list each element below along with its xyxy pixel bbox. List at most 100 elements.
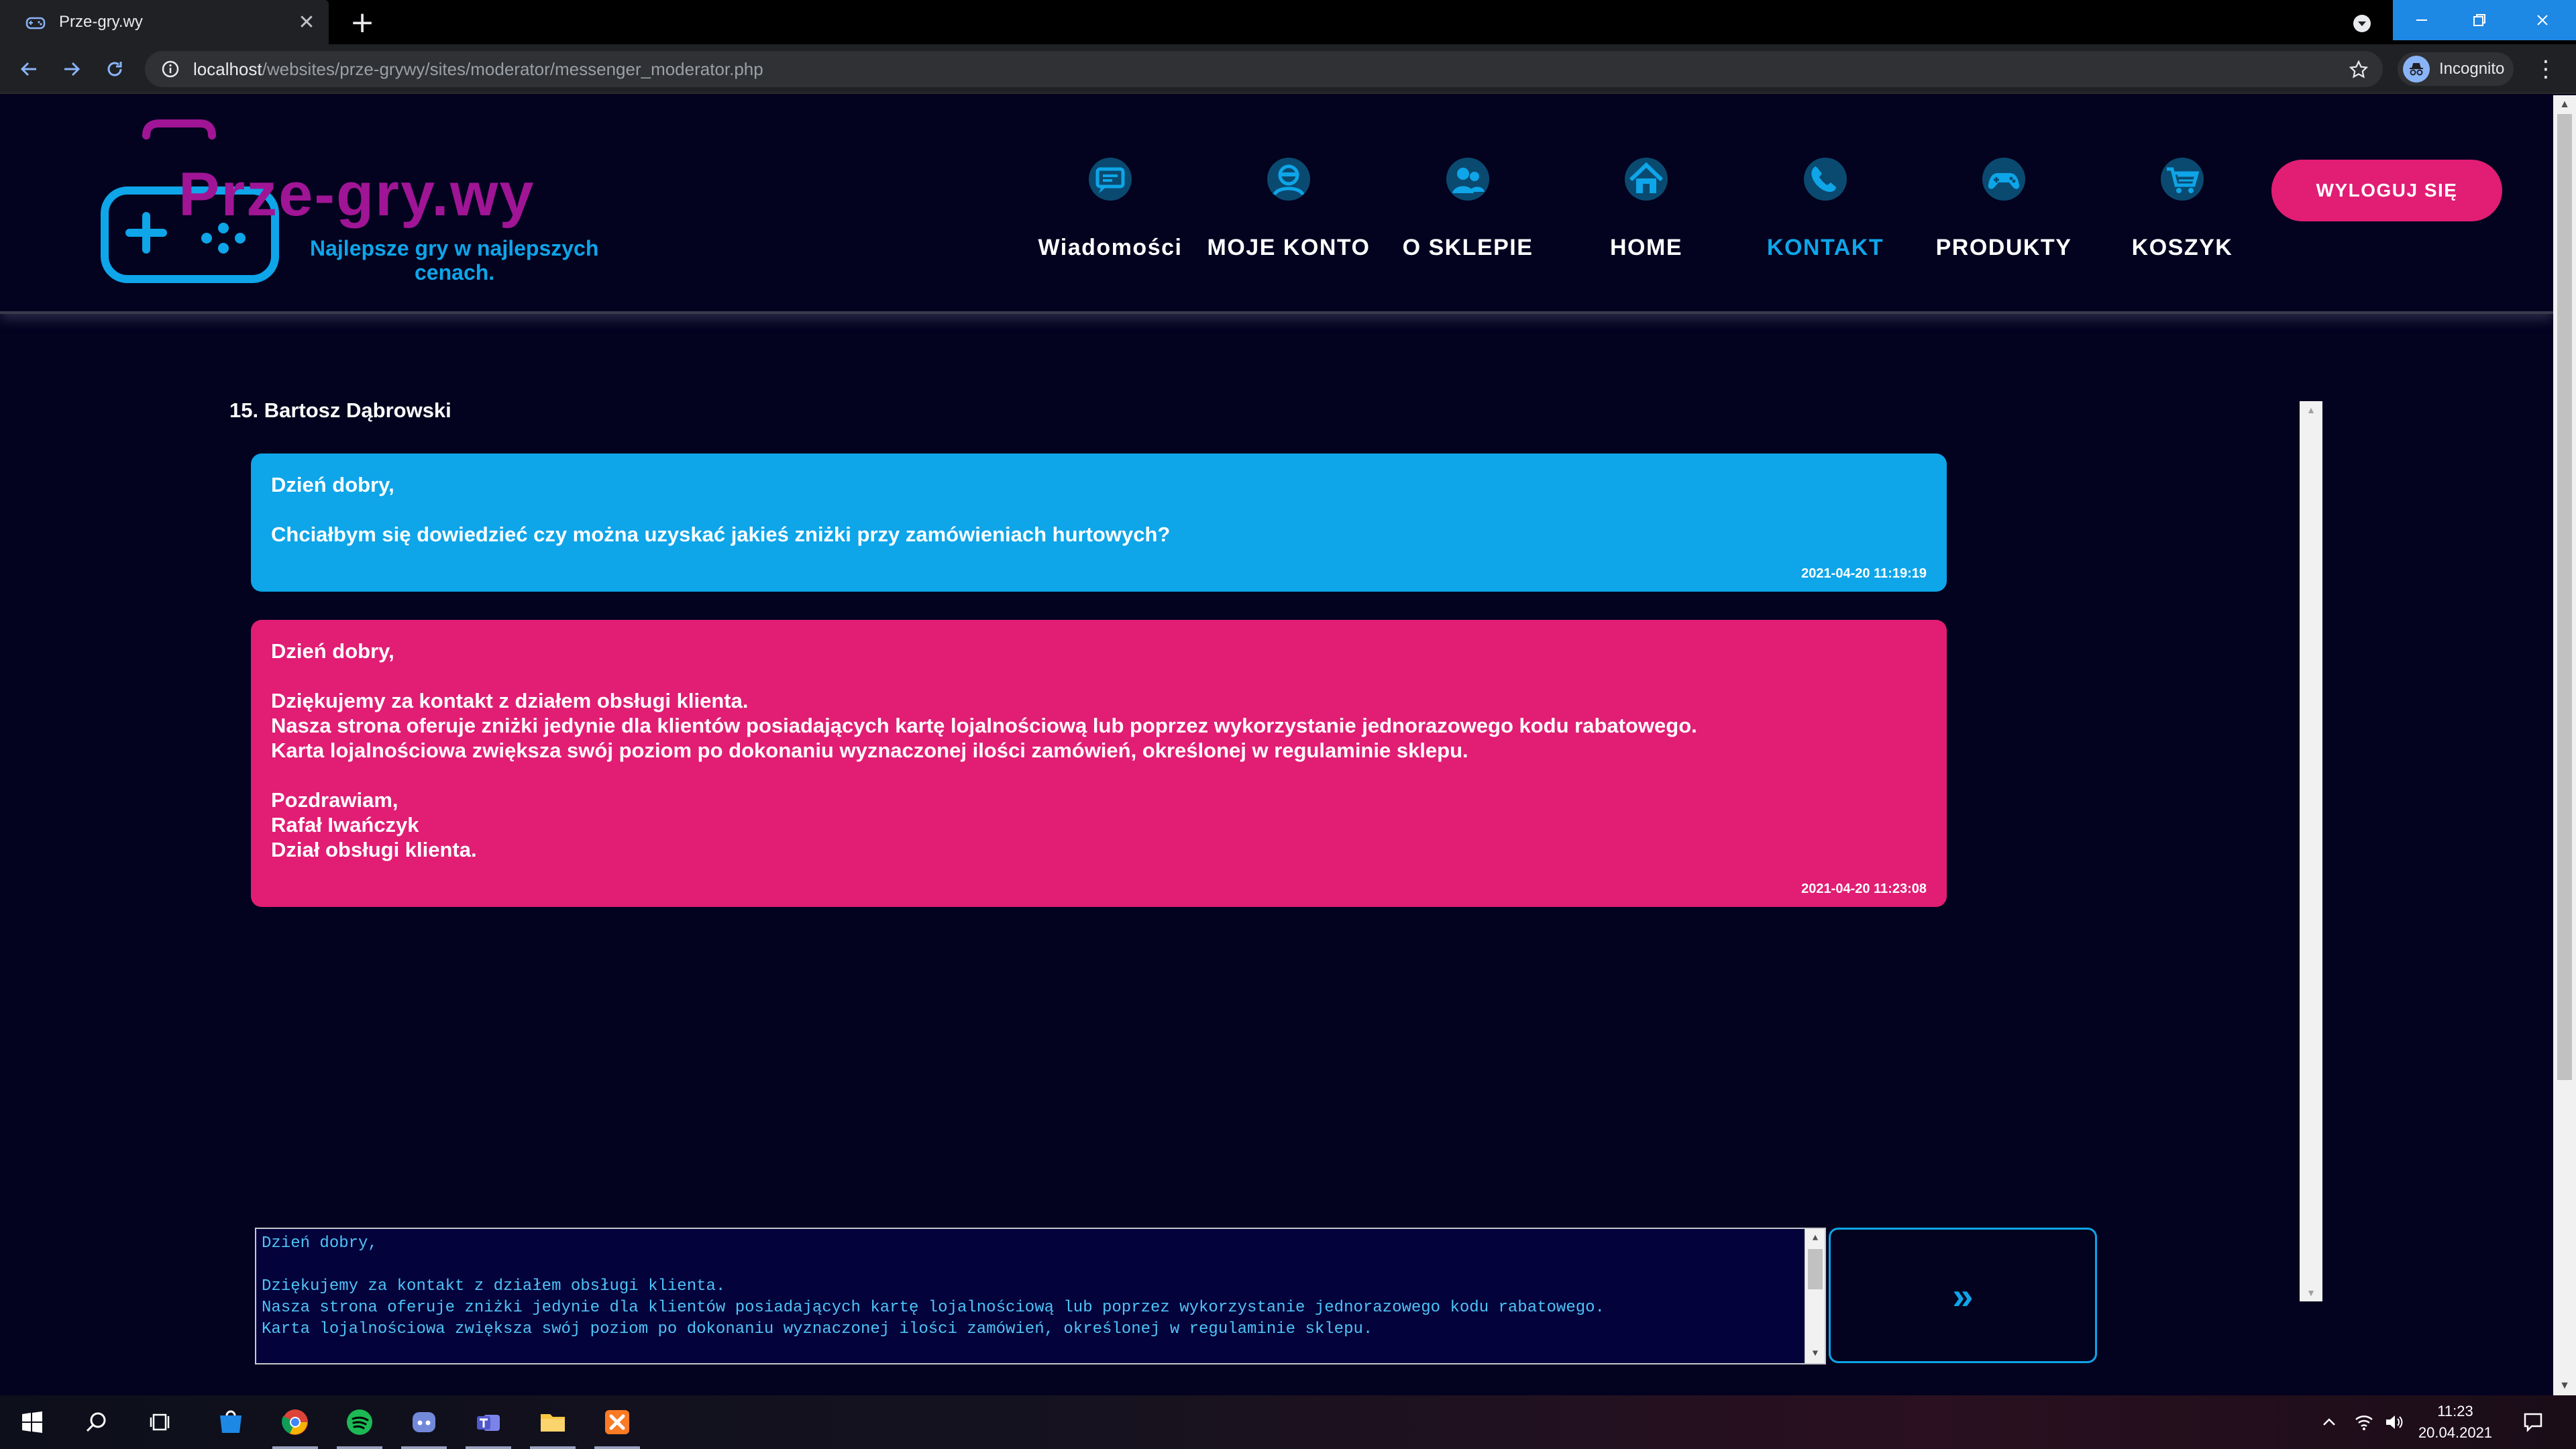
message-timestamp: 2021-04-20 11:23:08 <box>1801 881 1927 896</box>
new-tab-button[interactable]: + <box>342 4 382 40</box>
message-line: Karta lojalnościowa zwiększa swój poziom… <box>271 739 1468 762</box>
nav-label-home: HOME <box>1610 235 1682 260</box>
logout-button[interactable]: WYLOGUJ SIĘ <box>2271 160 2502 221</box>
scroll-up-arrow-icon[interactable]: ▲ <box>1805 1229 1825 1248</box>
tab-close-icon[interactable]: ✕ <box>290 5 323 39</box>
gamepad-icon <box>1974 149 2034 209</box>
incognito-label: Incognito <box>2439 60 2505 78</box>
windows-taskbar: 11:23 20.04.2021 <box>0 1395 2576 1449</box>
cart-icon <box>2152 149 2212 209</box>
message-line: Dziękujemy za kontakt z działem obsługi … <box>271 689 749 712</box>
chat-scrollbar[interactable]: ▲ ▼ <box>2300 401 2322 1301</box>
scroll-up-arrow-icon[interactable]: ▲ <box>2300 401 2322 419</box>
reply-textarea[interactable]: Dzień dobry, Dziękujemy za kontakt z dzi… <box>255 1228 1826 1364</box>
chrome-icon[interactable] <box>263 1395 327 1449</box>
store-icon[interactable] <box>199 1395 263 1449</box>
scroll-down-arrow-icon[interactable]: ▼ <box>1805 1344 1825 1363</box>
clock-time: 11:23 <box>2437 1403 2473 1419</box>
moderator-message-bubble: Dzień dobry, Dziękujemy za kontakt z dzi… <box>251 620 1947 907</box>
url-host: localhost <box>193 58 262 79</box>
browser-tab-strip: Prze-gry.wy ✕ + <box>0 0 2576 44</box>
windows-start-icon[interactable] <box>0 1395 64 1449</box>
logo-tagline: Najlepsze gry w najlepszych <box>310 236 599 260</box>
tray-chevron-up-icon[interactable] <box>2316 1395 2343 1449</box>
nav-label-messages: Wiadomości <box>1038 235 1183 260</box>
gamepad-favicon-icon <box>24 11 47 34</box>
scrollbar-thumb[interactable] <box>2557 114 2572 1080</box>
bookmark-star-icon[interactable] <box>2345 56 2372 83</box>
reply-line: Karta lojalnościowa zwiększa swój poziom… <box>262 1320 1373 1338</box>
back-arrow-icon[interactable] <box>12 52 46 86</box>
address-bar[interactable]: localhost/websites/prze-grywy/sites/mode… <box>145 51 2383 87</box>
site-info-icon[interactable] <box>157 56 184 83</box>
browser-tab[interactable]: Prze-gry.wy ✕ <box>0 0 329 44</box>
reply-line: Dziękujemy za kontakt z działem obsługi … <box>262 1277 726 1295</box>
xampp-icon[interactable] <box>585 1395 649 1449</box>
minimize-window-icon[interactable] <box>2393 0 2451 40</box>
discord-icon[interactable] <box>392 1395 456 1449</box>
nav-item-about[interactable]: O SKLEPIE <box>1384 149 1552 283</box>
nav-label-my-account: MOJE KONTO <box>1207 235 1371 260</box>
logo-tagline-2: cenach. <box>415 260 495 284</box>
nav-item-cart[interactable]: KOSZYK <box>2098 149 2266 283</box>
url-path: /websites/prze-grywy/sites/moderator/mes… <box>262 58 763 79</box>
message-line: Chciałbym się dowiedzieć czy można uzysk… <box>271 523 1171 546</box>
send-button[interactable]: » <box>1829 1228 2097 1363</box>
task-view-icon[interactable] <box>129 1395 193 1449</box>
nav-item-products[interactable]: PRODUKTY <box>1920 149 2088 283</box>
message-timestamp: 2021-04-20 11:19:19 <box>1801 566 1927 581</box>
messages-icon <box>1080 149 1140 209</box>
nav-item-my-account[interactable]: MOJE KONTO <box>1205 149 1373 283</box>
conversation-title: 15. Bartosz Dąbrowski <box>229 398 451 422</box>
incognito-profile-button[interactable]: Incognito <box>2398 52 2514 86</box>
spotify-icon[interactable] <box>327 1395 392 1449</box>
clock-date: 20.04.2021 <box>2418 1424 2493 1441</box>
nav-label-contact: KONTAKT <box>1766 235 1884 260</box>
scroll-down-arrow-icon[interactable]: ▼ <box>2553 1377 2576 1395</box>
restore-window-icon[interactable] <box>2451 0 2508 40</box>
message-line: Nasza strona oferuje zniżki jedynie dla … <box>271 714 1697 737</box>
nav-label-cart: KOSZYK <box>2131 235 2233 260</box>
contact-icon <box>1795 149 1856 209</box>
volume-icon[interactable] <box>2380 1395 2407 1449</box>
reply-line: Dzień dobry, <box>262 1234 378 1252</box>
about-icon <box>1438 149 1498 209</box>
message-line: Dzień dobry, <box>271 639 394 663</box>
nav-label-about: O SKLEPIE <box>1402 235 1534 260</box>
notifications-icon[interactable] <box>2513 1395 2553 1449</box>
close-window-icon[interactable] <box>2508 0 2576 40</box>
network-icon[interactable] <box>2351 1395 2377 1449</box>
message-line <box>271 663 1927 688</box>
browser-toolbar: localhost/websites/prze-grywy/sites/mode… <box>0 44 2576 94</box>
account-icon <box>1258 149 1319 209</box>
message-line <box>271 497 1927 522</box>
reload-icon[interactable] <box>98 52 131 86</box>
nav-item-messages[interactable]: Wiadomości <box>1026 149 1194 283</box>
teams-icon[interactable] <box>456 1395 521 1449</box>
search-icon[interactable] <box>64 1395 129 1449</box>
logo-title: Prze-gry.wy <box>178 160 535 229</box>
nav-label-products: PRODUKTY <box>1935 235 2072 260</box>
url-text: localhost/websites/prze-grywy/sites/mode… <box>193 59 763 80</box>
message-line: Dzień dobry, <box>271 473 394 496</box>
browser-menu-icon[interactable]: ⋮ <box>2529 52 2563 86</box>
reply-scrollbar[interactable]: ▲ ▼ <box>1805 1229 1825 1363</box>
tab-search-icon[interactable] <box>2345 7 2379 40</box>
taskbar-clock[interactable]: 11:23 20.04.2021 <box>2408 1401 2502 1444</box>
scrollbar-thumb[interactable] <box>1808 1249 1823 1289</box>
reply-line: Nasza strona oferuje zniżki jedynie dla … <box>262 1299 1605 1317</box>
client-message-bubble: Dzień dobry, Chciałbym się dowiedzieć cz… <box>251 453 1947 592</box>
message-line <box>271 763 1927 788</box>
message-line: Dział obsługi klienta. <box>271 838 477 861</box>
nav-item-home[interactable]: HOME <box>1562 149 1730 283</box>
scroll-up-arrow-icon[interactable]: ▲ <box>2553 95 2576 114</box>
page-scrollbar[interactable]: ▲ ▼ <box>2553 95 2576 1395</box>
nav-item-contact[interactable]: KONTAKT <box>1741 149 1909 283</box>
message-line: Pozdrawiam, <box>271 788 398 812</box>
page-viewport: Prze-gry.wy Najlepsze gry w najlepszych … <box>0 95 2553 1395</box>
forward-arrow-icon[interactable] <box>55 52 89 86</box>
file-explorer-icon[interactable] <box>521 1395 585 1449</box>
site-logo[interactable]: Prze-gry.wy Najlepsze gry w najlepszych … <box>99 115 609 310</box>
reply-line <box>262 1254 1798 1276</box>
scroll-down-arrow-icon[interactable]: ▼ <box>2300 1284 2322 1301</box>
